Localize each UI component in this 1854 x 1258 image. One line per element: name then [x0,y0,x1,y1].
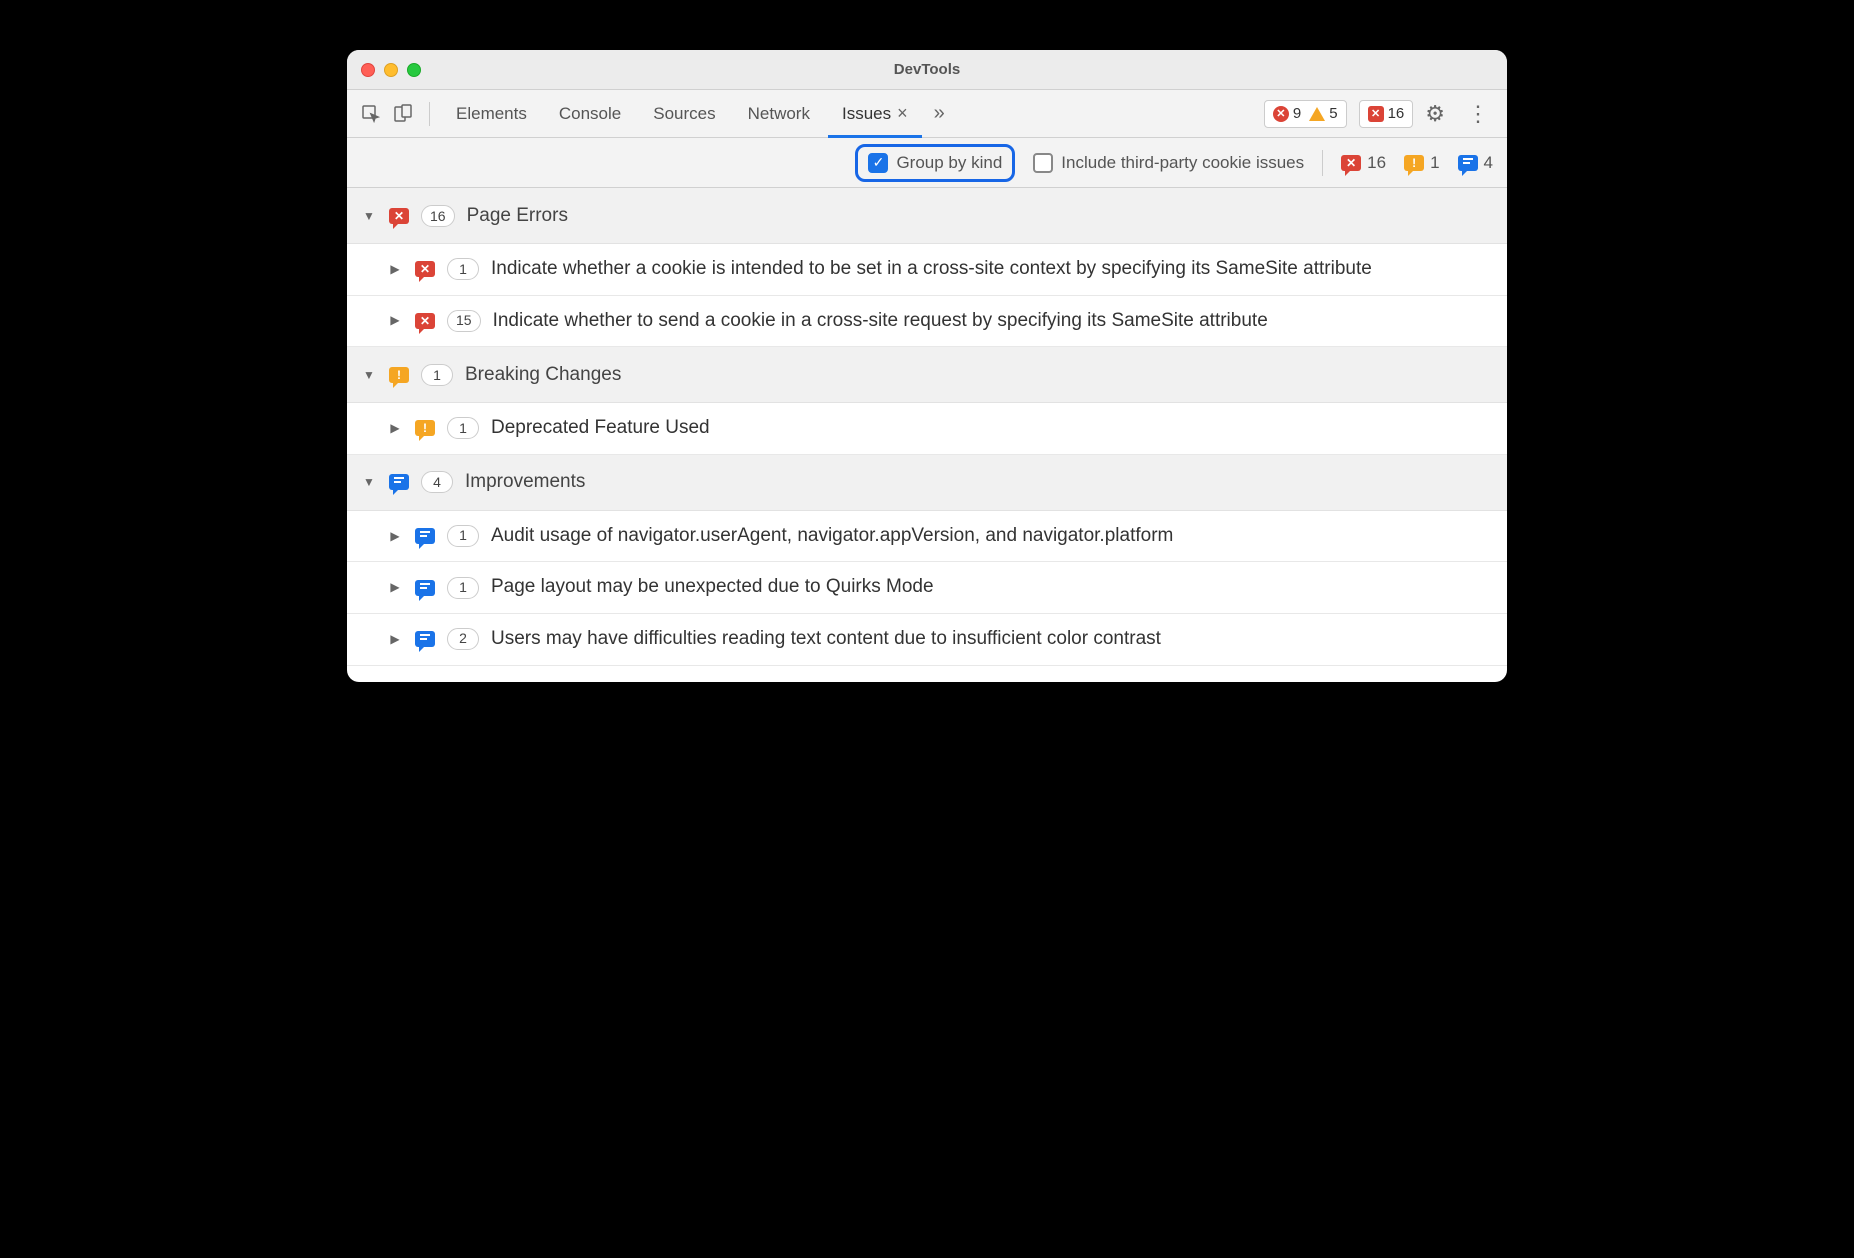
close-tab-icon[interactable]: × [897,103,908,124]
filter-divider [1322,150,1323,176]
chevron-right-icon: ▶ [387,420,403,437]
tab-label: Console [559,104,621,124]
error-square-icon: ✕ [1368,106,1384,122]
close-window-button[interactable] [361,63,375,77]
tab-label: Issues [842,104,891,124]
window-title: DevTools [347,61,1507,78]
zoom-window-button[interactable] [407,63,421,77]
issue-row[interactable]: ▶ 1 Page layout may be unexpected due to… [347,562,1507,614]
checkbox-label: Group by kind [896,153,1002,173]
warning-speech-icon: ! [389,367,409,383]
kind-header-improvements[interactable]: ▼ 4 Improvements [347,455,1507,511]
devtools-window: DevTools Elements Console Sources Networ… [347,50,1507,682]
info-speech-icon [415,580,435,596]
info-speech-icon [1458,155,1478,171]
issue-title: Deprecated Feature Used [491,415,1493,442]
summary-errors-count: 16 [1367,153,1386,173]
issue-title: Indicate whether to send a cookie in a c… [493,308,1493,335]
include-third-party-checkbox[interactable]: Include third-party cookie issues [1033,153,1304,173]
error-speech-icon: ✕ [415,261,435,277]
issue-count-pill: 1 [447,258,479,280]
tab-network[interactable]: Network [734,90,824,138]
kind-count-pill: 1 [421,364,453,386]
issue-row[interactable]: ▶ 1 Audit usage of navigator.userAgent, … [347,511,1507,563]
kind-label: Improvements [465,471,585,493]
issues-filter-bar: ✓ Group by kind Include third-party cook… [347,138,1507,188]
issue-count-pill: 1 [447,525,479,547]
issue-count-pill: 15 [447,310,481,332]
info-speech-icon [389,474,409,490]
info-speech-icon [415,528,435,544]
main-toolbar: Elements Console Sources Network Issues … [347,90,1507,138]
issue-count-pill: 1 [447,577,479,599]
chevron-down-icon: ▼ [361,368,377,382]
traffic-lights [361,63,421,77]
tab-console[interactable]: Console [545,90,635,138]
tab-label: Sources [653,104,715,124]
kind-label: Breaking Changes [465,364,621,386]
issues-count: 16 [1388,105,1405,122]
checkbox-unchecked-icon [1033,153,1053,173]
summary-warnings: ! 1 [1404,153,1439,173]
tab-label: Network [748,104,810,124]
warning-triangle-icon [1309,107,1325,121]
tab-issues[interactable]: Issues × [828,90,922,138]
issue-row[interactable]: ▶ 2 Users may have difficulties reading … [347,614,1507,666]
checkbox-checked-icon: ✓ [868,153,888,173]
titlebar: DevTools [347,50,1507,90]
device-toggle-icon[interactable] [389,100,417,128]
chevron-right-icon: ▶ [387,631,403,648]
chevron-right-icon: ▶ [387,261,403,278]
settings-gear-icon[interactable]: ⚙ [1417,101,1453,127]
tab-sources[interactable]: Sources [639,90,729,138]
info-speech-icon [415,631,435,647]
warning-speech-icon: ! [415,420,435,436]
kind-header-page-errors[interactable]: ▼ ✕ 16 Page Errors [347,188,1507,244]
summary-errors: ✕ 16 [1341,153,1386,173]
chevron-right-icon: ▶ [387,312,403,329]
issue-title: Indicate whether a cookie is intended to… [491,256,1493,283]
kind-label: Page Errors [467,205,568,227]
error-speech-icon: ✕ [415,313,435,329]
issues-status-badge[interactable]: ✕16 [1359,100,1414,128]
group-by-kind-checkbox[interactable]: ✓ Group by kind [855,144,1015,182]
summary-info-count: 4 [1484,153,1493,173]
issue-row[interactable]: ▶ ✕ 1 Indicate whether a cookie is inten… [347,244,1507,296]
issue-title: Audit usage of navigator.userAgent, navi… [491,523,1493,550]
minimize-window-button[interactable] [384,63,398,77]
checkbox-label: Include third-party cookie issues [1061,153,1304,173]
issue-title: Page layout may be unexpected due to Qui… [491,574,1493,601]
tab-elements[interactable]: Elements [442,90,541,138]
kind-header-breaking-changes[interactable]: ▼ ! 1 Breaking Changes [347,347,1507,403]
issue-row[interactable]: ▶ ✕ 15 Indicate whether to send a cookie… [347,296,1507,348]
more-tabs-icon[interactable]: » [926,102,953,125]
issue-row[interactable]: ▶ ! 1 Deprecated Feature Used [347,403,1507,455]
more-options-icon[interactable]: ⋮ [1457,101,1497,127]
summary-info: 4 [1458,153,1493,173]
issue-count-pill: 2 [447,628,479,650]
chevron-right-icon: ▶ [387,579,403,596]
chevron-down-icon: ▼ [361,475,377,489]
kind-count-pill: 4 [421,471,453,493]
chevron-right-icon: ▶ [387,528,403,545]
kind-count-pill: 16 [421,205,455,227]
error-count: 9 [1293,105,1301,122]
inspect-element-icon[interactable] [357,100,385,128]
issue-count-pill: 1 [447,417,479,439]
summary-warnings-count: 1 [1430,153,1439,173]
error-speech-icon: ✕ [389,208,409,224]
chevron-down-icon: ▼ [361,209,377,223]
warning-count: 5 [1329,105,1337,122]
console-status-badge[interactable]: ✕9 5 [1264,100,1347,128]
warning-speech-icon: ! [1404,155,1424,171]
tab-label: Elements [456,104,527,124]
error-circle-icon: ✕ [1273,106,1289,122]
issue-title: Users may have difficulties reading text… [491,626,1493,653]
toolbar-divider [429,102,430,126]
error-speech-icon: ✕ [1341,155,1361,171]
